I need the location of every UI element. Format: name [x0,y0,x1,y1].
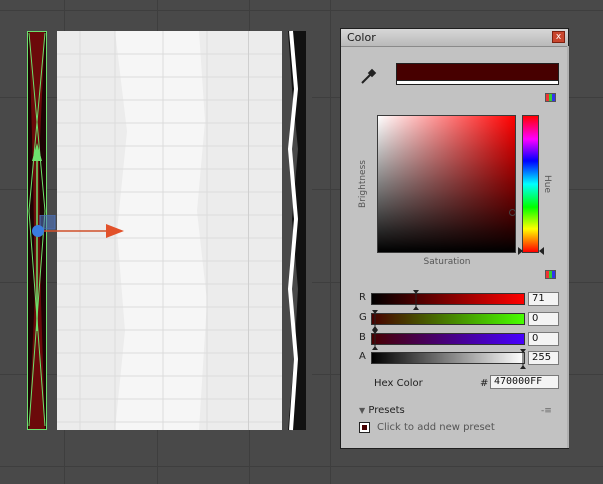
channel-slider-thumb[interactable] [372,330,378,350]
channel-label: G [359,312,367,323]
channel-label: B [359,332,366,343]
window-scrollbar[interactable] [567,46,569,448]
channel-slider-thumb[interactable] [520,349,526,369]
eyedropper-icon[interactable] [359,68,377,86]
saturation-brightness-field[interactable] [377,115,516,253]
brightness-label: Brightness [358,160,368,208]
channel-slider-thumb[interactable] [413,290,420,310]
close-icon: x [555,32,562,42]
preset-swatch-color [362,425,367,430]
title-bar[interactable]: Color x [341,29,568,47]
current-color-swatch[interactable] [396,63,559,81]
hue-marker-right[interactable] [539,247,544,255]
current-alpha-bar [396,81,559,85]
channel-slider[interactable] [371,310,525,330]
move-gizmo-icon[interactable] [30,215,130,245]
canvas-divider [248,31,249,430]
hue-marker-left[interactable] [518,247,523,255]
sv-cursor[interactable] [509,209,516,216]
grid-line [330,0,331,484]
hue-label: Hue [542,174,552,194]
color-picker-window[interactable]: Color x Brightness Hue Saturation Hex Co… [340,28,569,449]
hex-hash: # [480,378,489,389]
grid-line [0,466,603,467]
presets-foldout[interactable]: ▼ Presets [359,405,405,416]
channel-value-field[interactable]: 0 [528,332,559,346]
collapse-triangle-icon: ▼ [359,406,366,415]
presets-menu-icon[interactable]: -≡ [541,406,552,416]
saturation-label: Saturation [423,257,471,267]
channel-slider-thumb[interactable] [372,310,378,330]
color-mode-icon[interactable] [545,93,556,102]
hue-slider[interactable] [518,115,544,255]
add-preset-label[interactable]: Click to add new preset [377,422,495,433]
grid-line [0,10,603,11]
preset-add-swatch[interactable] [359,422,370,433]
channel-value-field[interactable]: 71 [528,292,559,306]
channel-label: R [359,292,366,303]
close-button[interactable]: x [552,31,565,43]
channel-slider[interactable] [371,349,526,369]
hex-color-field[interactable]: 470000FF [490,375,559,389]
channel-label: A [359,351,366,362]
slider-mode-icon[interactable] [545,270,556,279]
channel-slider[interactable] [371,290,525,310]
window-title: Color [347,31,376,44]
channel-value-field[interactable]: 255 [528,351,559,365]
channel-value-field[interactable]: 0 [528,312,559,326]
canvas-edge [282,29,312,432]
channel-slider[interactable] [371,330,525,350]
hex-color-label: Hex Color [374,378,423,389]
presets-label: Presets [368,405,405,416]
